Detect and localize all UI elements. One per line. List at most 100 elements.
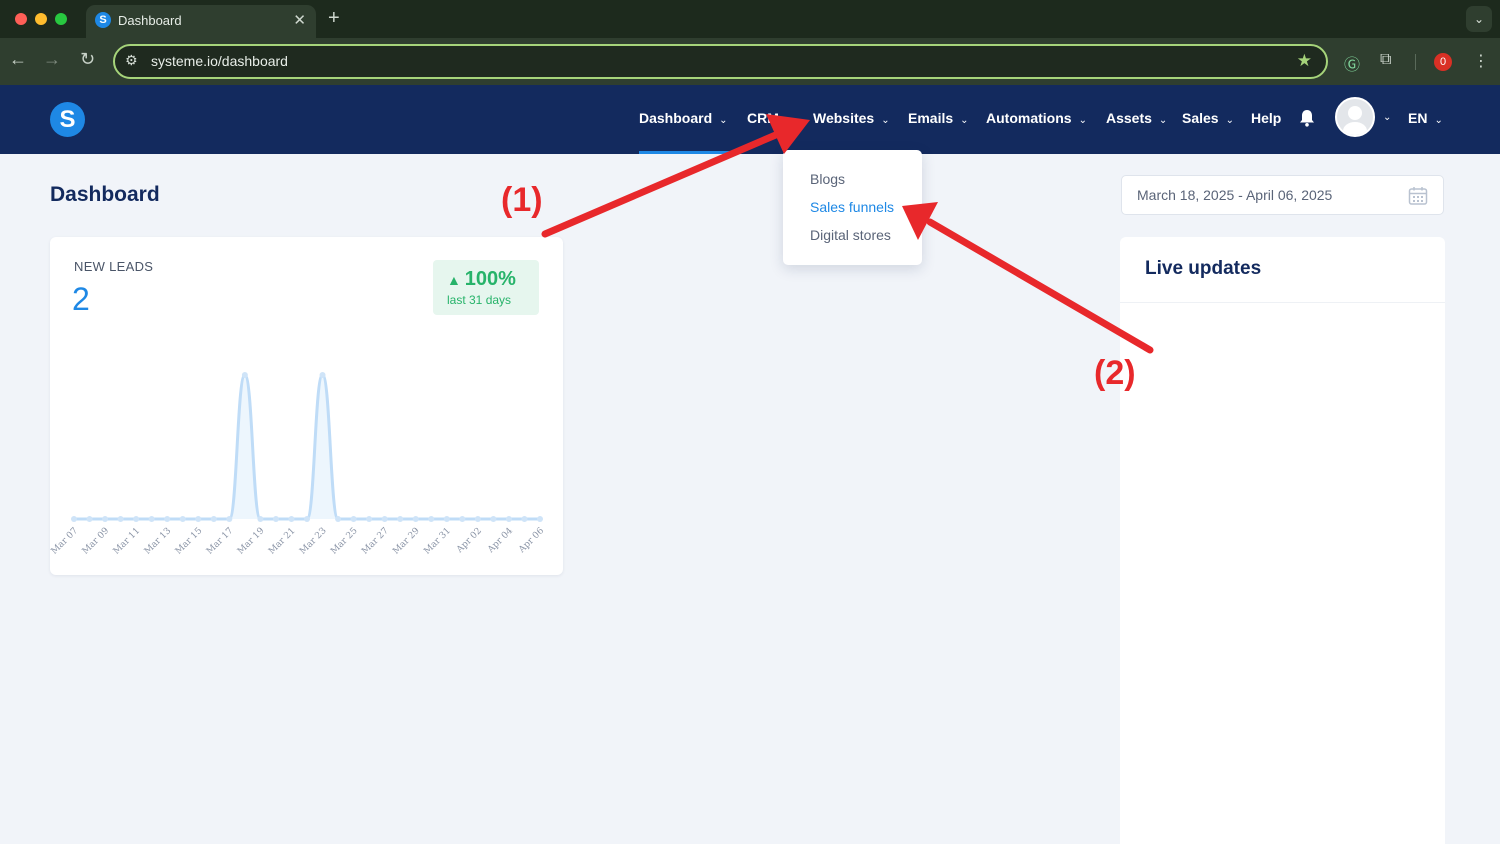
chart-point-apr-06[interactable]: [537, 516, 543, 522]
chart-tick-label: Mar 29: [391, 526, 422, 557]
chart-tick-label: Mar 19: [236, 526, 267, 557]
chart-tick-label: Mar 07: [50, 526, 80, 557]
nav-dashboard[interactable]: Dashboard ⌄: [639, 110, 728, 126]
new-tab-plus-icon[interactable]: +: [328, 7, 340, 30]
chart-point-mar-15[interactable]: [195, 516, 202, 522]
tab-search-chevron-icon[interactable]: ⌄: [1466, 6, 1492, 32]
grammarly-extension-icon[interactable]: Ⓖ: [1344, 51, 1360, 75]
chart-point-mar-14[interactable]: [179, 516, 186, 522]
growth-period: last 31 days: [447, 293, 512, 307]
menu-item-digital-stores[interactable]: Digital stores: [810, 227, 891, 243]
language-label: EN: [1408, 110, 1428, 126]
chevron-down-icon: ⌄: [1434, 115, 1443, 126]
date-range-picker[interactable]: March 18, 2025 - April 06, 2025: [1121, 175, 1444, 215]
chart-tick-label: Mar 23: [298, 526, 329, 557]
growth-percentage: ▲ 100%: [447, 268, 516, 291]
chart-point-apr-02[interactable]: [474, 516, 481, 522]
chart-point-mar-19[interactable]: [257, 516, 264, 522]
live-updates-title: Live updates: [1145, 258, 1262, 279]
chart-tick-label: Apr 04: [485, 526, 515, 556]
chart-point-mar-31[interactable]: [443, 516, 450, 522]
chevron-down-icon: ⌄: [785, 115, 795, 126]
chart-tick-label: Mar 11: [112, 526, 143, 557]
extension-badge-icon[interactable]: 0: [1434, 53, 1452, 71]
nav-dashboard-label: Dashboard: [639, 110, 713, 126]
close-window-button[interactable]: [15, 13, 27, 25]
chart-point-mar-29[interactable]: [412, 516, 419, 522]
chart-point-mar-23[interactable]: [319, 372, 326, 378]
back-arrow-icon[interactable]: ←: [9, 49, 27, 70]
chevron-down-icon: ⌄: [960, 115, 969, 126]
chart-point-mar-08[interactable]: [86, 516, 93, 522]
menu-item-blogs[interactable]: Blogs: [810, 171, 845, 187]
nav-websites[interactable]: Websites ⌄: [813, 110, 890, 126]
calendar-icon[interactable]: [1408, 186, 1428, 206]
chart-tick-label: Mar 15: [174, 526, 205, 557]
chart-point-mar-21[interactable]: [288, 516, 295, 522]
chart-point-mar-09[interactable]: [102, 516, 109, 522]
chart-point-apr-03[interactable]: [490, 516, 497, 522]
chevron-down-icon: ⌄: [1158, 115, 1168, 126]
chart-point-mar-17[interactable]: [226, 516, 233, 522]
systeme-logo[interactable]: S: [50, 102, 85, 137]
nav-assets[interactable]: Assets ⌄: [1106, 110, 1167, 126]
user-avatar[interactable]: [1335, 97, 1375, 137]
chart-point-mar-13[interactable]: [164, 516, 171, 522]
chart-point-mar-27[interactable]: [381, 516, 388, 522]
url-text: systeme.io/dashboard: [151, 53, 288, 69]
bookmark-star-icon[interactable]: ★: [1297, 51, 1312, 71]
chart-point-mar-28[interactable]: [397, 516, 404, 522]
nav-help[interactable]: Help: [1251, 110, 1281, 126]
nav-sales[interactable]: Sales ⌄: [1182, 110, 1234, 126]
chart-point-apr-01[interactable]: [459, 516, 466, 522]
chart-tick-label: Apr 06: [517, 526, 547, 556]
chart-point-mar-30[interactable]: [428, 516, 435, 522]
browser-tab-dashboard[interactable]: S Dashboard ✕: [86, 5, 316, 38]
chart-point-mar-07[interactable]: [71, 516, 77, 522]
new-leads-chart: Mar 07 Mar 09 Mar 11 Mar 13 Mar 15 Mar 17 Mar …: [50, 372, 547, 557]
site-settings-icon[interactable]: ⚙: [125, 52, 138, 69]
minimize-window-button[interactable]: [35, 13, 47, 25]
nav-emails[interactable]: Emails ⌄: [908, 110, 969, 126]
address-bar[interactable]: ⚙ systeme.io/dashboard ★: [113, 44, 1328, 79]
chart-point-mar-16[interactable]: [210, 516, 217, 522]
reload-icon[interactable]: ↻: [80, 49, 95, 70]
live-updates-divider: [1120, 302, 1445, 303]
user-silhouette-icon: [1343, 106, 1367, 135]
chart-area-fill: [74, 375, 540, 519]
extensions-puzzle-icon[interactable]: ⧉: [1380, 51, 1391, 69]
chart-point-mar-11[interactable]: [133, 516, 140, 522]
chart-tick-label: Mar 27: [360, 526, 391, 557]
chart-point-mar-24[interactable]: [335, 516, 342, 522]
chart-series-line: [74, 373, 540, 521]
active-nav-underline: [639, 151, 731, 154]
menu-item-sales-funnels[interactable]: Sales funnels: [810, 199, 894, 215]
chart-point-mar-26[interactable]: [366, 516, 373, 522]
chart-point-mar-25[interactable]: [350, 516, 357, 522]
chevron-down-icon: ⌄: [719, 115, 728, 126]
chart-point-apr-04[interactable]: [505, 516, 512, 522]
browser-tab-strip: S Dashboard ✕ + ⌄: [0, 0, 1500, 38]
chart-point-mar-10[interactable]: [117, 516, 124, 522]
nav-crm[interactable]: CRM ⌄: [747, 110, 794, 126]
tab-close-icon[interactable]: ✕: [293, 11, 306, 29]
language-selector[interactable]: EN ⌄: [1408, 110, 1443, 126]
maximize-window-button[interactable]: [55, 13, 67, 25]
notification-bell-icon[interactable]: [1297, 108, 1317, 128]
chart-point-mar-22[interactable]: [304, 516, 310, 522]
chart-point-mar-18[interactable]: [241, 372, 248, 378]
nav-automations[interactable]: Automations ⌄: [986, 110, 1087, 126]
chart-tick-label: Mar 31: [422, 526, 453, 557]
live-updates-panel: Live updates: [1120, 237, 1445, 844]
chart-point-mar-20[interactable]: [272, 516, 279, 522]
browser-toolbar: ← → ↻ ⚙ systeme.io/dashboard ★ Ⓖ ⧉ 0 ⋮: [0, 38, 1500, 85]
chart-point-apr-05[interactable]: [521, 516, 528, 522]
browser-menu-icon[interactable]: ⋮: [1473, 51, 1489, 71]
forward-arrow-icon[interactable]: →: [43, 49, 61, 70]
chevron-down-icon: ⌄: [1225, 115, 1234, 126]
chart-point-mar-12[interactable]: [148, 516, 155, 522]
triangle-up-icon: ▲: [447, 272, 465, 288]
toolbar-separator: [1415, 54, 1416, 70]
chevron-down-icon[interactable]: ⌄: [1383, 112, 1391, 123]
chevron-down-icon: ⌄: [1078, 115, 1087, 126]
